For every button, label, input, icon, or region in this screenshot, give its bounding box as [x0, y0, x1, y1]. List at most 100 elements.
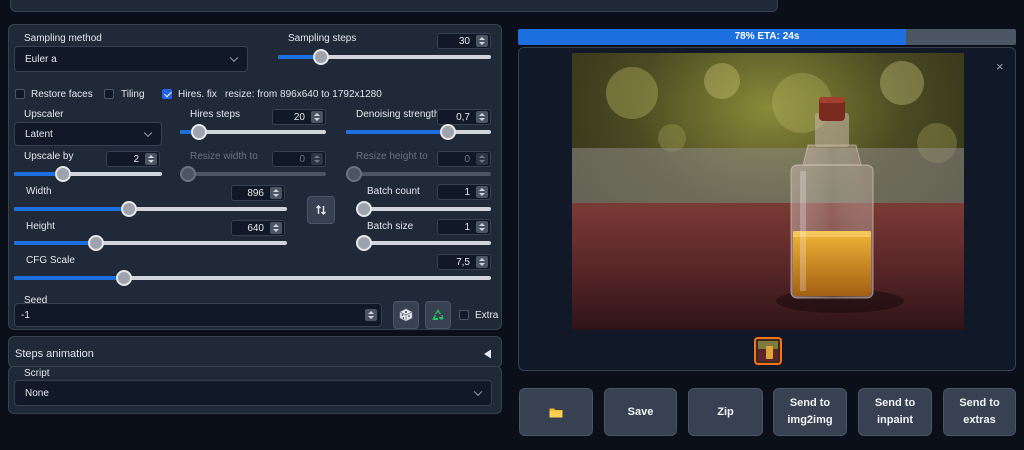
resize-height-slider: [346, 166, 491, 182]
resize-width-slider: [180, 166, 326, 182]
stepper-icon: [311, 153, 323, 165]
extra-seed-label: Extra: [475, 310, 499, 321]
hires-steps-input[interactable]: 20: [272, 109, 326, 125]
seed-input[interactable]: -1: [14, 303, 382, 327]
stepper-icon[interactable]: [145, 153, 157, 165]
chevron-down-icon: [473, 387, 483, 397]
close-icon[interactable]: ×: [996, 60, 1004, 73]
prompt-area-edge: [10, 0, 778, 12]
resize-height-label: Resize height to: [356, 151, 428, 162]
height-label: Height: [26, 221, 55, 232]
slider-thumb[interactable]: [439, 124, 456, 140]
height-input[interactable]: 640: [231, 220, 285, 236]
generated-image[interactable]: [572, 53, 964, 330]
slider-thumb[interactable]: [120, 201, 137, 217]
open-folder-button[interactable]: [519, 388, 593, 436]
reuse-seed-button[interactable]: [425, 301, 451, 329]
restore-faces-label: Restore faces: [31, 89, 93, 100]
denoising-strength-input[interactable]: 0,7: [437, 109, 491, 125]
steps-animation-label: Steps animation: [15, 348, 94, 360]
send-to-extras-line1: Send to: [959, 397, 1000, 409]
upscale-by-value: 2: [133, 153, 139, 165]
sampling-method-value: Euler a: [25, 53, 57, 65]
restore-faces-checkbox[interactable]: [15, 89, 25, 99]
batch-count-slider[interactable]: [356, 201, 491, 217]
dice-icon: [399, 308, 413, 322]
sampling-steps-input[interactable]: 30: [437, 33, 491, 49]
denoising-strength-value: 0,7: [456, 111, 470, 123]
stepper-icon[interactable]: [476, 221, 488, 233]
extra-seed-checkbox[interactable]: [459, 310, 469, 320]
slider-fill: [14, 276, 124, 280]
send-to-img2img-line1: Send to: [789, 397, 831, 409]
width-slider[interactable]: [14, 201, 287, 217]
batch-size-slider[interactable]: [356, 235, 491, 251]
zip-button[interactable]: Zip: [688, 388, 763, 436]
swap-dimensions-button[interactable]: [307, 196, 335, 224]
batch-count-label: Batch count: [367, 186, 420, 197]
batch-size-input[interactable]: 1: [437, 219, 491, 235]
width-label: Width: [26, 186, 52, 197]
hires-fix-checkbox[interactable]: [162, 89, 172, 99]
resize-height-value: 0: [464, 153, 470, 165]
stepper-icon[interactable]: [476, 35, 488, 47]
sampling-method-dropdown[interactable]: Euler a: [14, 46, 248, 72]
stepper-icon[interactable]: [311, 111, 323, 123]
batch-size-label: Batch size: [367, 221, 414, 232]
send-to-inpaint-button[interactable]: Send to inpaint: [858, 388, 932, 436]
upscale-by-slider[interactable]: [14, 166, 162, 182]
chevron-down-icon: [229, 53, 239, 63]
stepper-icon[interactable]: [476, 256, 488, 268]
width-input[interactable]: 896: [231, 185, 285, 201]
hires-steps-value: 20: [293, 111, 305, 123]
hires-steps-slider[interactable]: [180, 124, 326, 140]
upscale-by-input[interactable]: 2: [106, 151, 160, 167]
resize-width-label: Resize width to: [190, 151, 258, 162]
slider-thumb[interactable]: [312, 49, 329, 65]
folder-icon: [549, 408, 563, 417]
stepper-icon[interactable]: [476, 186, 488, 198]
stepper-icon[interactable]: [270, 187, 282, 199]
height-slider[interactable]: [14, 235, 287, 251]
send-to-img2img-line2: img2img: [787, 414, 833, 426]
send-to-img2img-button[interactable]: Send to img2img: [773, 388, 847, 436]
slider-thumb: [180, 166, 196, 182]
upscaler-dropdown[interactable]: Latent: [14, 122, 162, 146]
slider-thumb[interactable]: [87, 235, 104, 251]
random-seed-button[interactable]: [393, 301, 419, 329]
recycle-icon: [432, 309, 444, 320]
tiling-checkbox[interactable]: [104, 89, 114, 99]
script-label: Script: [24, 368, 50, 379]
triangle-left-icon[interactable]: [483, 349, 492, 359]
denoising-strength-label: Denoising strength: [356, 109, 440, 120]
batch-count-input[interactable]: 1: [437, 184, 491, 200]
swap-arrows-icon: [316, 205, 326, 215]
script-dropdown[interactable]: None: [14, 380, 492, 406]
slider-thumb[interactable]: [54, 166, 71, 182]
slider-fill: [14, 207, 129, 211]
slider-thumb[interactable]: [115, 270, 132, 286]
batch-count-value: 1: [464, 186, 470, 198]
stepper-icon[interactable]: [270, 222, 282, 234]
send-to-extras-line2: extras: [963, 414, 996, 426]
save-button[interactable]: Save: [604, 388, 677, 436]
slider-thumb[interactable]: [356, 235, 372, 251]
slider-thumb[interactable]: [190, 124, 207, 140]
tiling-label: Tiling: [121, 89, 145, 100]
denoising-strength-slider[interactable]: [346, 124, 491, 140]
stepper-icon[interactable]: [476, 111, 488, 123]
send-to-extras-button[interactable]: Send to extras: [943, 388, 1016, 436]
cfg-scale-input[interactable]: 7,5: [437, 254, 491, 270]
seed-value: -1: [21, 309, 30, 321]
sampling-steps-value: 30: [458, 35, 470, 47]
upscaler-value: Latent: [25, 128, 53, 140]
cfg-scale-value: 7,5: [456, 256, 470, 268]
sampling-steps-slider[interactable]: [278, 49, 491, 65]
slider-thumb[interactable]: [356, 201, 372, 217]
cfg-scale-label: CFG Scale: [26, 255, 75, 266]
gallery-thumbnail[interactable]: [754, 337, 782, 365]
cfg-scale-slider[interactable]: [14, 270, 491, 286]
chevron-down-icon: [143, 128, 153, 138]
hires-fix-label: Hires. fix: [178, 89, 217, 100]
stepper-icon[interactable]: [365, 309, 377, 321]
